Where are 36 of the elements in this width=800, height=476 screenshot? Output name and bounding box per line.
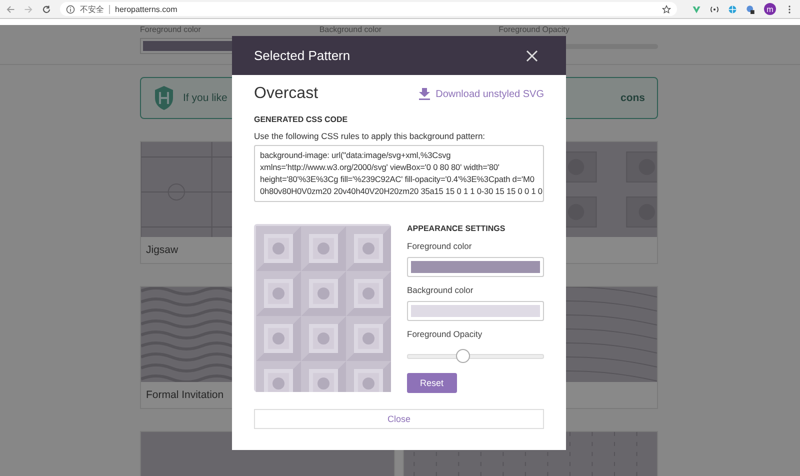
setting-label: Foreground color — [407, 241, 473, 251]
setting-label: Foreground Opacity — [407, 329, 484, 339]
control-label: Foreground Opacity — [498, 25, 570, 34]
profile-avatar[interactable]: m — [764, 3, 776, 15]
control-label: Background color — [319, 25, 383, 34]
extension-icon[interactable] — [746, 4, 755, 14]
extension-icon[interactable] — [710, 4, 719, 14]
css-code-field[interactable]: background-image: url("data:image/svg+xml,%3Csvg xmlns='http://www.w3.org/2000/svg' viewBox='0 0 80 80' width='80' height='80'%3E%3Cg fill='%239C92AC' fill-opacity='0.4'%3E%3Cpath d='M0 0h80v80H0V0zm20 20v40h40V20H20zm20 35a15 15 0 1 1 0-30 15 15 0 0 1 0 — [254, 145, 544, 202]
star-icon[interactable] — [662, 4, 671, 14]
back-icon[interactable] — [6, 4, 15, 14]
download-icon — [418, 88, 430, 100]
url-text: heropatterns.com — [115, 4, 178, 14]
info-icon[interactable] — [66, 4, 75, 14]
card-title: Formal Invitation — [146, 389, 224, 401]
banner-text: If you like — [183, 92, 228, 104]
shield-logo-icon — [153, 85, 175, 111]
setting-label: Background color — [407, 285, 474, 295]
close-icon[interactable] — [526, 50, 538, 62]
section-heading: APPEARANCE SETTINGS — [407, 224, 506, 233]
security-label: 不安全 — [80, 4, 104, 14]
address-bar[interactable]: 不安全 heropatterns.com — [60, 2, 677, 16]
reset-button[interactable]: Reset — [407, 373, 457, 393]
color-field[interactable] — [407, 257, 544, 277]
slider-thumb[interactable] — [456, 349, 470, 363]
control-label: Foreground color — [140, 25, 202, 34]
pattern-name: Overcast — [254, 85, 318, 103]
dialog-title: Selected Pattern — [254, 48, 350, 63]
reload-icon[interactable] — [42, 4, 51, 14]
opacity-slider[interactable] — [407, 349, 544, 363]
close-button[interactable]: Close — [254, 409, 544, 429]
download-link[interactable]: Download unstyled SVG — [418, 88, 544, 100]
section-heading: GENERATED CSS CODE — [254, 115, 349, 124]
color-field[interactable] — [407, 301, 544, 321]
card-title: Jigsaw — [146, 244, 178, 256]
code-hint: Use the following CSS rules to apply this background pattern: — [254, 131, 486, 141]
banner-link[interactable]: cons — [620, 92, 645, 104]
